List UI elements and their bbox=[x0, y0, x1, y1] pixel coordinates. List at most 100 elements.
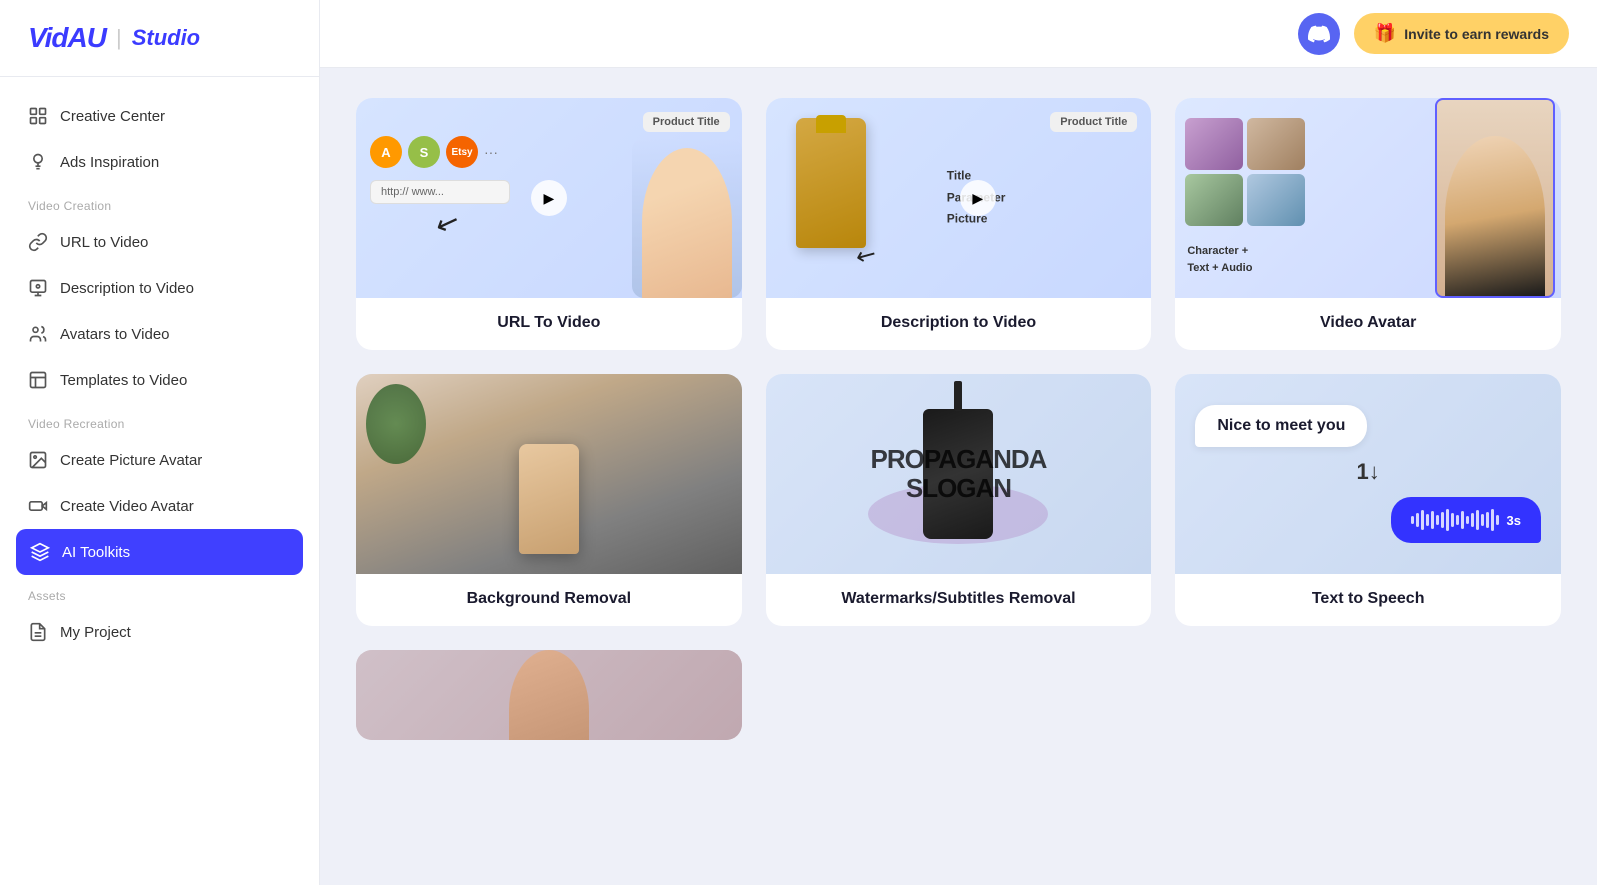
tts-bar-4 bbox=[1426, 514, 1429, 526]
bg-card-content bbox=[356, 374, 742, 574]
tts-bar-11 bbox=[1461, 511, 1464, 529]
bg-plant bbox=[366, 384, 426, 464]
description-video-icon bbox=[28, 278, 48, 298]
sidebar-label-my-project: My Project bbox=[60, 624, 131, 641]
tts-seconds: 3s bbox=[1507, 513, 1521, 528]
card-video-avatar-label: Video Avatar bbox=[1175, 298, 1561, 350]
tts-bar-12 bbox=[1466, 516, 1469, 524]
va-photos-grid bbox=[1185, 118, 1315, 226]
sidebar-label-templates-to-video: Templates to Video bbox=[60, 372, 187, 389]
va-photo-1 bbox=[1185, 118, 1243, 170]
logo-studio: Studio bbox=[132, 25, 200, 51]
section-label-video-creation: Video Creation bbox=[0, 185, 319, 219]
url-input-display: http:// www... bbox=[370, 180, 510, 204]
sidebar-item-my-project[interactable]: My Project bbox=[0, 609, 319, 655]
ai-toolkits-icon bbox=[30, 542, 50, 562]
desc-product-title: Product Title bbox=[1050, 112, 1137, 132]
sidebar-item-avatars-to-video[interactable]: Avatars to Video bbox=[0, 311, 319, 357]
section-label-video-recreation: Video Recreation bbox=[0, 403, 319, 437]
wm-text-overlay: PROPAGANDA SLOGAN bbox=[871, 445, 1047, 502]
section-label-assets: Assets bbox=[0, 575, 319, 609]
tts-bar-1 bbox=[1411, 516, 1414, 524]
tts-bar-10 bbox=[1456, 515, 1459, 525]
tts-bar-9 bbox=[1451, 513, 1454, 527]
card-url-to-video-label: URL To Video bbox=[356, 298, 742, 350]
va-photo-2 bbox=[1247, 118, 1305, 170]
invite-label: Invite to earn rewards bbox=[1404, 26, 1549, 42]
va-card-content: Product Title Character +Text + Audio bbox=[1175, 98, 1561, 298]
tts-bar-16 bbox=[1486, 512, 1489, 528]
tts-bar-14 bbox=[1476, 510, 1479, 530]
tts-bar-3 bbox=[1421, 510, 1424, 530]
sidebar-label-creative-center: Creative Center bbox=[60, 108, 165, 125]
sidebar-item-description-to-video[interactable]: Description to Video bbox=[0, 265, 319, 311]
card-partial-bottom[interactable] bbox=[356, 650, 742, 740]
sidebar-label-description-to-video: Description to Video bbox=[60, 280, 194, 297]
more-dots: ··· bbox=[484, 144, 498, 160]
desc-perfume-bottle bbox=[796, 118, 866, 248]
sidebar-label-avatars-to-video: Avatars to Video bbox=[60, 326, 170, 343]
desc-perfume-cap bbox=[816, 115, 846, 133]
card-text-to-speech-label: Text to Speech bbox=[1175, 574, 1561, 626]
tts-waveform bbox=[1411, 509, 1499, 531]
partial-figure bbox=[509, 650, 589, 740]
sidebar-label-url-to-video: URL to Video bbox=[60, 234, 148, 251]
sidebar-label-ai-toolkits: AI Toolkits bbox=[62, 544, 130, 561]
project-icon bbox=[28, 622, 48, 642]
play-button-desc: ▶ bbox=[960, 180, 996, 216]
va-photo-4 bbox=[1247, 174, 1305, 226]
tts-bar-15 bbox=[1481, 514, 1484, 526]
sidebar-label-create-picture-avatar: Create Picture Avatar bbox=[60, 452, 202, 469]
url-product-title: Product Title bbox=[643, 112, 730, 132]
card-watermarks-removal-label: Watermarks/Subtitles Removal bbox=[766, 574, 1152, 626]
template-icon bbox=[28, 370, 48, 390]
url-card-content: Product Title A S Etsy ··· http:// www..… bbox=[356, 98, 742, 298]
sidebar-item-templates-to-video[interactable]: Templates to Video bbox=[0, 357, 319, 403]
sidebar-item-ads-inspiration[interactable]: Ads Inspiration bbox=[0, 139, 319, 185]
logo-area: VidAU | Studio bbox=[0, 0, 319, 77]
tts-card-content: Nice to meet you 1↓ bbox=[1175, 374, 1561, 574]
card-background-removal-label: Background Removal bbox=[356, 574, 742, 626]
play-button-url: ▶ bbox=[531, 180, 567, 216]
tts-timer: 1↓ bbox=[1357, 459, 1380, 485]
invite-button[interactable]: 🎁 Invite to earn rewards bbox=[1354, 13, 1569, 54]
partial-bg bbox=[356, 650, 742, 740]
topbar: 🎁 Invite to earn rewards bbox=[320, 0, 1597, 68]
card-watermarks-removal[interactable]: PROPAGANDA SLOGAN Watermarks/Subtitles R… bbox=[766, 374, 1152, 626]
sidebar-nav: Creative Center Ads Inspiration Video Cr… bbox=[0, 77, 319, 885]
bulb-icon bbox=[28, 152, 48, 172]
card-video-avatar-image: Product Title Character +Text + Audio bbox=[1175, 98, 1561, 298]
va-photo-3 bbox=[1185, 174, 1243, 226]
wm-text-line2: SLOGAN bbox=[871, 474, 1047, 503]
tts-bubble-blue: 3s bbox=[1391, 497, 1541, 543]
reward-icon: 🎁 bbox=[1374, 23, 1396, 44]
url-icons-row: A S Etsy ··· bbox=[370, 136, 498, 168]
card-background-removal[interactable]: Background Removal bbox=[356, 374, 742, 626]
sidebar-item-create-video-avatar[interactable]: Create Video Avatar bbox=[0, 483, 319, 529]
discord-button[interactable] bbox=[1298, 13, 1340, 55]
sidebar-item-url-to-video[interactable]: URL to Video bbox=[0, 219, 319, 265]
card-description-to-video[interactable]: Product Title Title Parameter Picture ↙ … bbox=[766, 98, 1152, 350]
sidebar-label-ads-inspiration: Ads Inspiration bbox=[60, 154, 159, 171]
wm-dropper bbox=[954, 381, 962, 411]
grid-icon bbox=[28, 106, 48, 126]
video-avatar-icon bbox=[28, 496, 48, 516]
desc-card-content: Product Title Title Parameter Picture ↙ … bbox=[766, 98, 1152, 298]
card-text-to-speech[interactable]: Nice to meet you 1↓ bbox=[1175, 374, 1561, 626]
avatar-silhouette bbox=[642, 148, 732, 298]
main-content: 🎁 Invite to earn rewards Product Title A… bbox=[320, 0, 1597, 885]
sidebar-item-ai-toolkits[interactable]: AI Toolkits bbox=[16, 529, 303, 575]
tts-bar-2 bbox=[1416, 513, 1419, 527]
card-watermark-image: PROPAGANDA SLOGAN bbox=[766, 374, 1152, 574]
shopify-logo: S bbox=[408, 136, 440, 168]
card-url-to-video[interactable]: Product Title A S Etsy ··· http:// www..… bbox=[356, 98, 742, 350]
card-video-avatar[interactable]: Product Title Character +Text + Audio bbox=[1175, 98, 1561, 350]
sidebar-item-creative-center[interactable]: Creative Center bbox=[0, 93, 319, 139]
card-bg-removal-image bbox=[356, 374, 742, 574]
etsy-logo: Etsy bbox=[446, 136, 478, 168]
tts-bar-5 bbox=[1431, 511, 1434, 529]
amazon-logo: A bbox=[370, 136, 402, 168]
sidebar-item-create-picture-avatar[interactable]: Create Picture Avatar bbox=[0, 437, 319, 483]
link-icon bbox=[28, 232, 48, 252]
card-tts-image: Nice to meet you 1↓ bbox=[1175, 374, 1561, 574]
